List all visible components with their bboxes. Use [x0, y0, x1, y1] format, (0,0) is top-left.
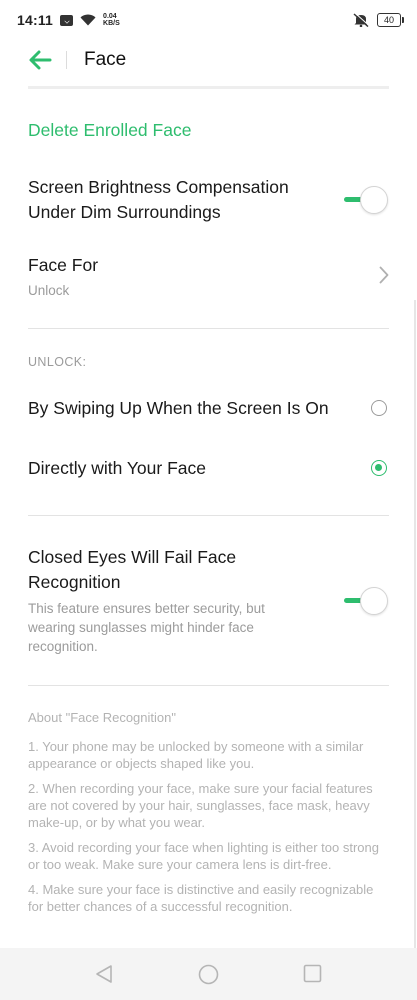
closed-eyes-title-line1: Closed Eyes Will Fail Face: [28, 547, 237, 567]
face-for-title: Face For: [28, 255, 99, 275]
top-divider: [28, 86, 389, 89]
net-speed-value: 0.04: [103, 13, 117, 20]
net-speed-unit: KB/S: [103, 20, 120, 27]
scrollbar[interactable]: [414, 300, 416, 950]
status-left: 14:11 0.04 KB/S: [17, 12, 120, 28]
chevron-right-icon: [379, 266, 389, 284]
unlock-section-label: UNLOCK:: [28, 355, 87, 369]
closed-eyes-title-line2: Recognition: [28, 572, 121, 592]
battery-icon: 40: [377, 13, 404, 27]
message-icon: [60, 14, 74, 26]
unlock-option-face[interactable]: Directly with Your Face: [28, 456, 389, 484]
unlock-face-radio[interactable]: [371, 460, 387, 476]
brightness-title-line2: Under Dim Surroundings: [28, 202, 221, 222]
status-bar: 14:11 0.04 KB/S 40: [0, 0, 417, 40]
closed-eyes-toggle[interactable]: [344, 587, 390, 615]
unlock-option-swipe[interactable]: By Swiping Up When the Screen Is On: [28, 396, 389, 424]
triangle-back-icon[interactable]: [94, 964, 114, 984]
delete-enrolled-face-link[interactable]: Delete Enrolled Face: [28, 120, 191, 141]
unlock-option-face-label: Directly with Your Face: [28, 458, 206, 478]
wifi-icon: [80, 14, 96, 26]
brightness-compensation-row[interactable]: Screen Brightness Compensation Under Dim…: [28, 175, 389, 227]
brightness-title-line1: Screen Brightness Compensation: [28, 177, 289, 197]
arrow-left-icon[interactable]: [28, 49, 54, 71]
system-nav-bar: [0, 948, 417, 1000]
closed-eyes-desc-line1: This feature ensures better security, bu…: [28, 601, 265, 616]
status-right: 40: [353, 13, 404, 27]
closed-eyes-row[interactable]: Closed Eyes Will Fail Face Recognition T…: [28, 545, 389, 657]
about-title: About "Face Recognition": [28, 710, 176, 725]
about-face-recognition: About "Face Recognition" 1. Your phone m…: [28, 709, 390, 923]
circle-home-icon[interactable]: [198, 964, 219, 985]
closed-eyes-desc-line3: recognition.: [28, 639, 98, 654]
section-divider: [28, 328, 389, 329]
about-item: 1. Your phone may be unlocked by someone…: [28, 739, 364, 771]
header-separator: [66, 51, 67, 69]
app-header: Face: [0, 40, 417, 82]
square-recents-icon[interactable]: [303, 964, 322, 983]
section-divider: [28, 685, 389, 686]
brightness-compensation-toggle[interactable]: [344, 186, 390, 214]
about-item: 3. Avoid recording your face when lighti…: [28, 840, 379, 872]
page-title: Face: [84, 49, 127, 70]
about-item: 2. When recording your face, make sure y…: [28, 781, 373, 830]
status-time: 14:11: [17, 12, 54, 28]
unlock-option-swipe-label: By Swiping Up When the Screen Is On: [28, 398, 329, 418]
face-for-value: Unlock: [28, 283, 70, 298]
closed-eyes-desc-line2: wearing sunglasses might hinder face: [28, 620, 254, 635]
section-divider: [28, 515, 389, 516]
face-settings-screen: 14:11 0.04 KB/S 40 Face Delete Enrolled …: [0, 0, 417, 1000]
unlock-swipe-radio[interactable]: [371, 400, 387, 416]
net-speed: 0.04 KB/S: [103, 13, 120, 27]
toggle-knob: [360, 186, 388, 214]
toggle-knob: [360, 587, 388, 615]
about-item: 4. Make sure your face is distinctive an…: [28, 882, 374, 914]
face-for-row[interactable]: Face For Unlock: [28, 253, 389, 301]
mute-icon: [353, 13, 369, 27]
